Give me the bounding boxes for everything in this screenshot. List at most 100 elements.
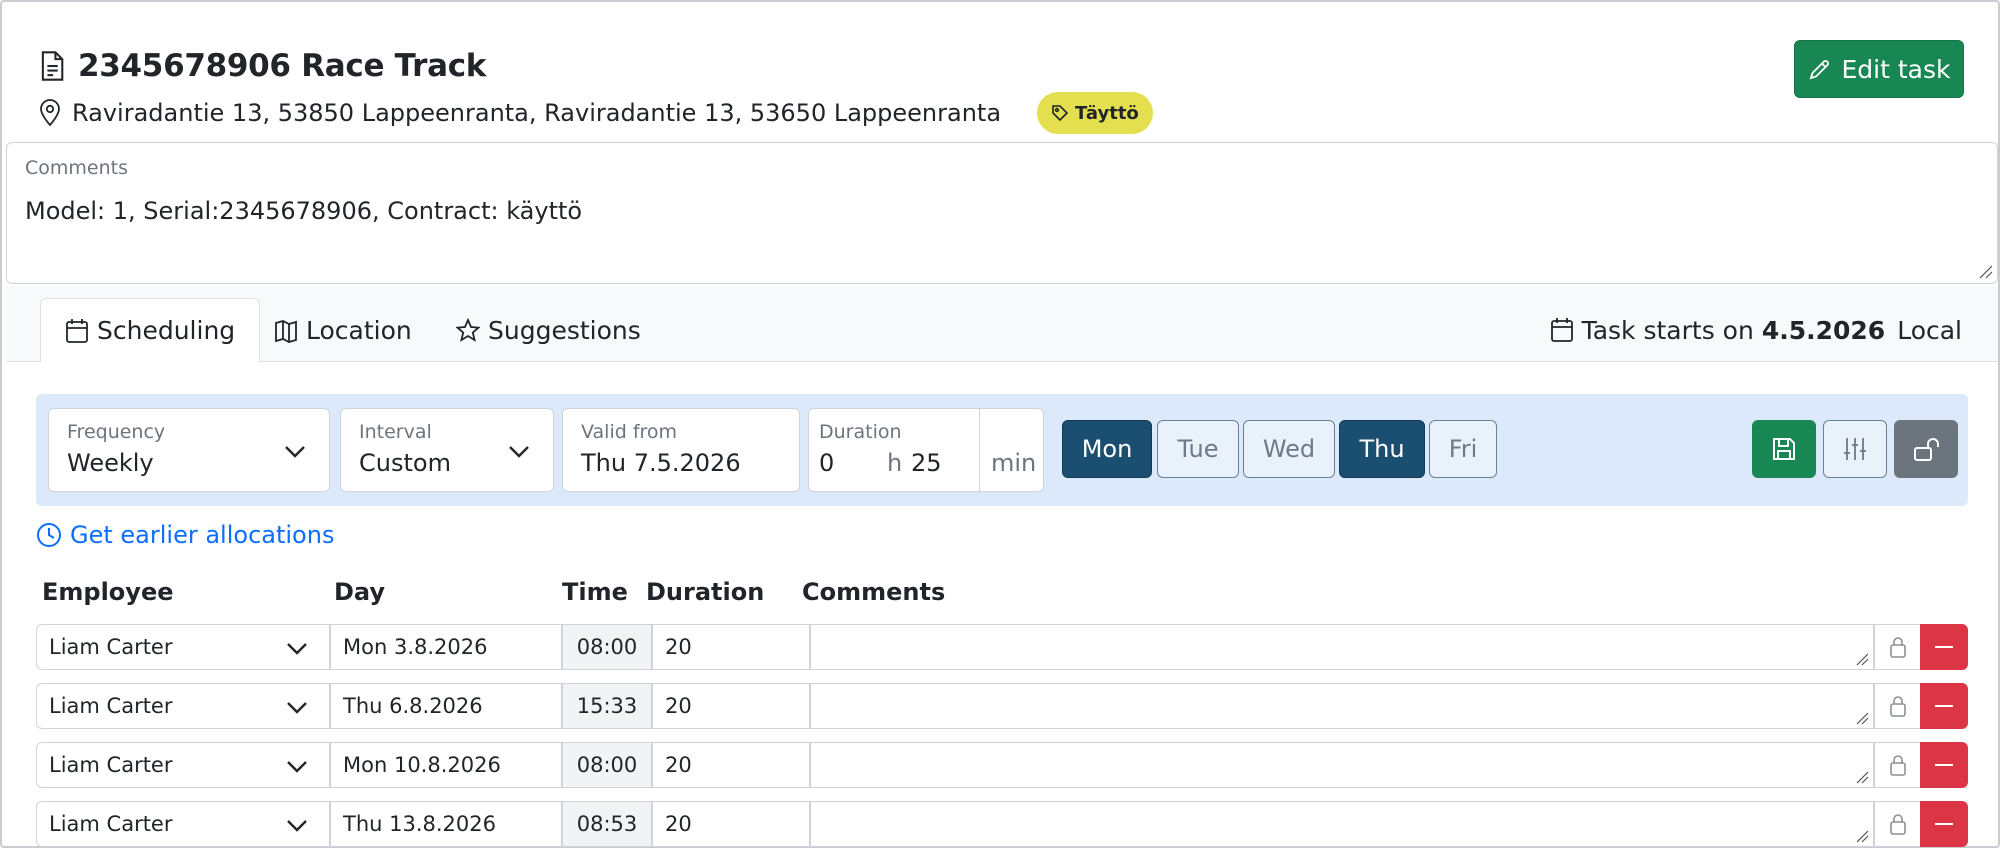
resize-grip-icon[interactable] [1977, 263, 1993, 279]
duration-label: Duration [819, 421, 902, 443]
clock-icon [37, 523, 61, 547]
hours-unit: h [887, 449, 903, 477]
comments-label: Comments [25, 157, 128, 179]
resize-grip-icon[interactable] [1855, 711, 1869, 725]
time-input[interactable]: 08:00 [562, 624, 652, 670]
time-input[interactable]: 08:53 [562, 801, 652, 847]
frequency-value: Weekly [67, 449, 154, 477]
time-input[interactable]: 15:33 [562, 683, 652, 729]
task-start-info: Task starts on 4.5.2026 Local [1550, 310, 1962, 350]
duration-cell-input[interactable]: 20 [652, 742, 810, 788]
frequency-label: Frequency [67, 421, 166, 443]
day-toggle-mon[interactable]: Mon [1062, 420, 1152, 478]
duration-minutes[interactable]: 25 [911, 449, 942, 477]
task-address: Raviradantie 13, 53850 Lappeenranta, Rav… [72, 99, 1002, 127]
calendar-icon [66, 318, 88, 343]
map-pin-icon [40, 99, 60, 127]
tab-location[interactable]: Location [250, 298, 436, 363]
employee-select[interactable]: Liam Carter [36, 683, 330, 729]
row-comment-input[interactable] [810, 801, 1874, 847]
row-lock-button[interactable] [1874, 742, 1922, 788]
row-comment-input[interactable] [810, 742, 1874, 788]
frequency-select[interactable]: Frequency Weekly [48, 408, 330, 492]
time-input[interactable]: 08:00 [562, 742, 652, 788]
page-title: 2345678906 Race Track [78, 48, 487, 84]
pencil-icon [1809, 59, 1829, 80]
column-header-duration: Duration [646, 578, 765, 606]
interval-select[interactable]: Interval Custom [340, 408, 554, 492]
row-comment-input[interactable] [810, 624, 1874, 670]
row-lock-button[interactable] [1874, 683, 1922, 729]
employee-select[interactable]: Liam Carter [36, 801, 330, 847]
map-icon [275, 319, 297, 343]
valid-from-value: Thu 7.5.2026 [581, 449, 741, 477]
chevron-down-icon [287, 820, 307, 832]
task-start-zone: Local [1897, 315, 1962, 345]
duration-cell-input[interactable]: 20 [652, 624, 810, 670]
save-icon [1773, 438, 1795, 460]
employee-value: Liam Carter [49, 753, 173, 777]
delete-row-button[interactable] [1920, 683, 1968, 729]
table-row: Liam Carter Mon 10.8.2026 08:00 20 [36, 742, 1968, 788]
lock-icon [1890, 814, 1906, 835]
resize-grip-icon[interactable] [1855, 652, 1869, 666]
day-input[interactable]: Thu 6.8.2026 [330, 683, 562, 729]
address-row: Raviradantie 13, 53850 Lappeenranta, Rav… [38, 88, 1153, 138]
employee-select[interactable]: Liam Carter [36, 624, 330, 670]
task-header: 2345678906 Race Track Raviradantie 13, 5… [38, 38, 1978, 138]
task-start-date: 4.5.2026 [1761, 315, 1886, 345]
tabs-bar: Scheduling Location Suggestions Task sta… [6, 286, 1998, 363]
minus-icon [1935, 646, 1953, 648]
adjust-settings-button[interactable] [1823, 420, 1887, 478]
chevron-down-icon [287, 761, 307, 773]
day-input[interactable]: Mon 10.8.2026 [330, 742, 562, 788]
earlier-link-label: Get earlier allocations [70, 521, 335, 549]
day-toggle-wed[interactable]: Wed [1243, 420, 1335, 478]
employee-value: Liam Carter [49, 635, 173, 659]
duration-cell-input[interactable]: 20 [652, 801, 810, 847]
resize-grip-icon[interactable] [1855, 770, 1869, 784]
employee-select[interactable]: Liam Carter [36, 742, 330, 788]
lock-icon [1890, 637, 1906, 658]
day-toggle-tue[interactable]: Tue [1157, 420, 1239, 478]
day-toggle-thu[interactable]: Thu [1339, 420, 1425, 478]
column-header-day: Day [334, 578, 386, 606]
column-header-comments: Comments [802, 578, 946, 606]
table-row: Liam Carter Mon 3.8.2026 08:00 20 [36, 624, 1968, 670]
task-detail-frame: 2345678906 Race Track Raviradantie 13, 5… [0, 0, 2000, 848]
day-input[interactable]: Mon 3.8.2026 [330, 624, 562, 670]
minus-icon [1935, 823, 1953, 825]
duration-hours[interactable]: 0 [819, 449, 834, 477]
calendar-icon [1550, 318, 1573, 342]
valid-from-label: Valid from [581, 421, 678, 443]
row-lock-button[interactable] [1874, 801, 1922, 847]
delete-row-button[interactable] [1920, 624, 1968, 670]
duration-input[interactable]: Duration 0 h 25 min [808, 408, 1044, 493]
valid-from-input[interactable]: Valid from Thu 7.5.2026 [562, 408, 800, 492]
save-button[interactable] [1752, 420, 1816, 478]
day-toggle-fri[interactable]: Fri [1429, 420, 1497, 478]
row-lock-button[interactable] [1874, 624, 1922, 670]
tab-scheduling-label: Scheduling [97, 316, 236, 345]
comments-textarea[interactable]: Comments Model: 1, Serial:2345678906, Co… [6, 142, 1998, 284]
edit-task-button[interactable]: Edit task [1794, 40, 1964, 98]
tag-icon [1052, 105, 1069, 122]
tab-scheduling[interactable]: Scheduling [40, 298, 261, 363]
tab-suggestions[interactable]: Suggestions [432, 298, 665, 363]
day-input[interactable]: Thu 13.8.2026 [330, 801, 562, 847]
delete-row-button[interactable] [1920, 742, 1968, 788]
row-comment-input[interactable] [810, 683, 1874, 729]
resize-grip-icon[interactable] [1855, 829, 1869, 843]
sliders-icon [1844, 438, 1866, 460]
title-row: 2345678906 Race Track [38, 44, 486, 88]
duration-cell-input[interactable]: 20 [652, 683, 810, 729]
employee-value: Liam Carter [49, 694, 173, 718]
column-header-time: Time [562, 578, 628, 606]
delete-row-button[interactable] [1920, 801, 1968, 847]
document-icon [41, 51, 64, 81]
lock-icon [1890, 696, 1906, 717]
unlock-button[interactable] [1894, 420, 1958, 478]
table-row: Liam Carter Thu 6.8.2026 15:33 20 [36, 683, 1968, 729]
tab-location-label: Location [306, 316, 412, 345]
get-earlier-allocations-link[interactable]: Get earlier allocations [36, 518, 334, 552]
